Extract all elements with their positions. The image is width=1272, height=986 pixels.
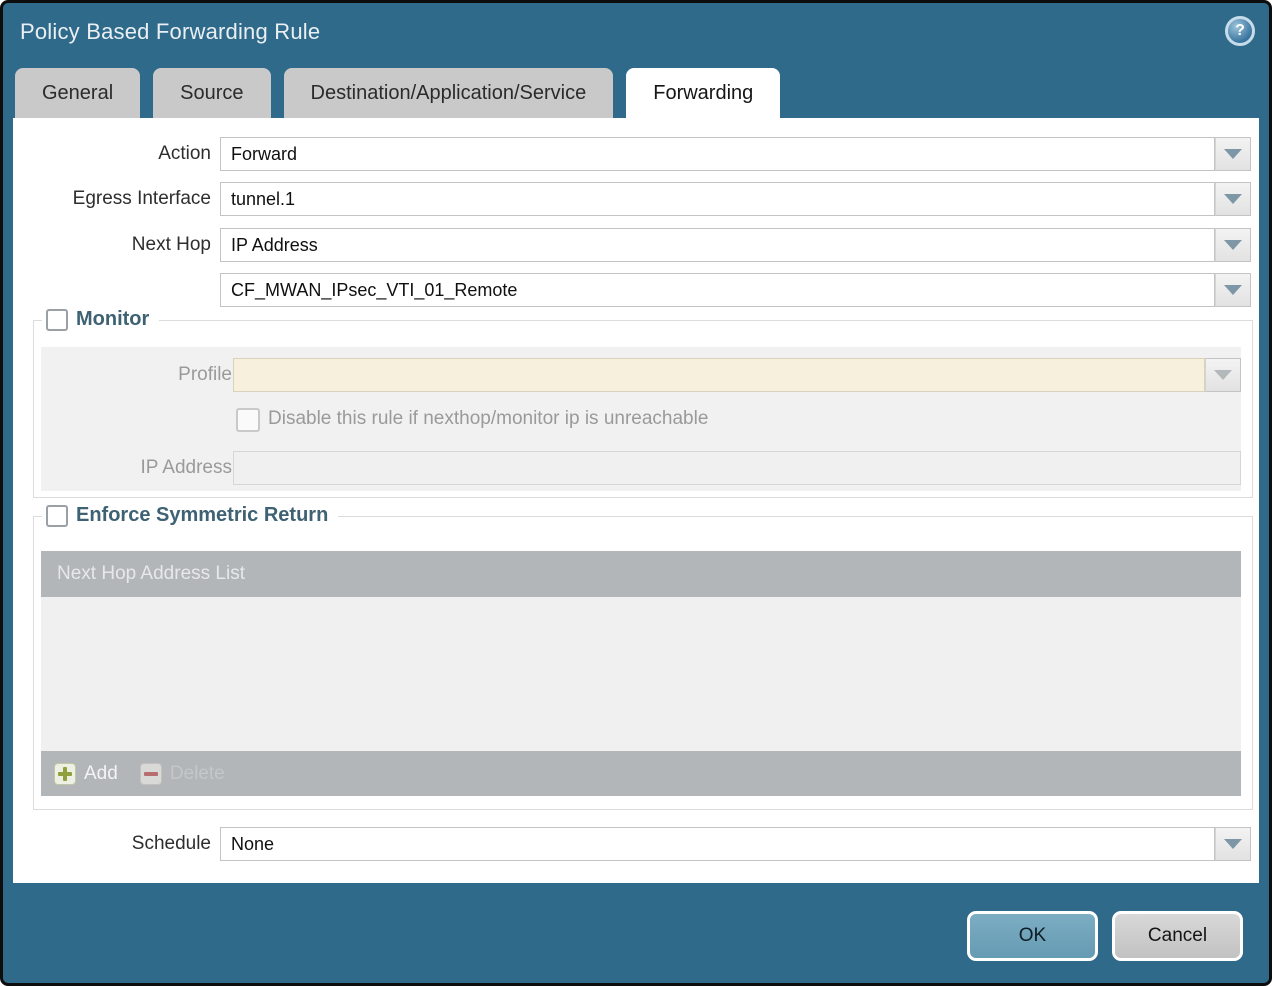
tab-source[interactable]: Source <box>153 68 270 118</box>
next-hop-type-select[interactable]: IP Address <box>220 228 1215 262</box>
cancel-button[interactable]: Cancel <box>1112 911 1243 961</box>
monitor-ip-address-field <box>233 451 1241 485</box>
ok-button[interactable]: OK <box>967 911 1098 961</box>
monitor-ip-address-input <box>233 451 1241 485</box>
egress-interface-label: Egress Interface <box>13 182 211 216</box>
monitor-ip-address-label: IP Address <box>34 451 232 485</box>
profile-label: Profile <box>34 358 232 392</box>
delete-button[interactable]: Delete <box>140 763 225 785</box>
schedule-field-row: None <box>220 827 1251 861</box>
monitor-legend: Monitor <box>42 308 159 331</box>
enforce-symmetric-return-checkbox[interactable] <box>46 505 68 527</box>
egress-interface-dropdown-button[interactable] <box>1215 182 1251 216</box>
chevron-down-icon <box>1224 194 1242 204</box>
next-hop-type-field-row: IP Address <box>220 228 1251 262</box>
next-hop-address-select[interactable]: CF_MWAN_IPsec_VTI_01_Remote <box>220 273 1215 307</box>
action-dropdown-button[interactable] <box>1215 137 1251 171</box>
next-hop-address-list-header: Next Hop Address List <box>41 551 1241 597</box>
help-icon[interactable]: ? <box>1225 16 1255 46</box>
chevron-down-icon <box>1224 839 1242 849</box>
schedule-dropdown-button[interactable] <box>1215 827 1251 861</box>
action-label: Action <box>13 137 211 171</box>
action-field-row: Forward <box>220 137 1251 171</box>
next-hop-address-list-body[interactable] <box>41 597 1241 751</box>
next-hop-address-dropdown-button[interactable] <box>1215 273 1251 307</box>
delete-button-label: Delete <box>170 763 225 785</box>
help-glyph: ? <box>1235 22 1245 40</box>
action-select[interactable]: Forward <box>220 137 1215 171</box>
next-hop-address-list-toolbar: Add Delete <box>41 751 1241 796</box>
tab-destination-application-service[interactable]: Destination/Application/Service <box>284 68 614 118</box>
enforce-symmetric-return-legend: Enforce Symmetric Return <box>42 504 338 527</box>
monitor-checkbox[interactable] <box>46 309 68 331</box>
tab-general[interactable]: General <box>15 68 140 118</box>
profile-dropdown-button <box>1205 358 1241 392</box>
next-hop-address-field-row: CF_MWAN_IPsec_VTI_01_Remote <box>220 273 1251 307</box>
next-hop-type-dropdown-button[interactable] <box>1215 228 1251 262</box>
forwarding-tab-panel: Action Forward Egress Interface tunnel.1… <box>13 118 1259 883</box>
minus-icon <box>140 763 162 785</box>
monitor-legend-label: Monitor <box>76 308 149 331</box>
enforce-symmetric-return-label: Enforce Symmetric Return <box>76 504 328 527</box>
chevron-down-icon <box>1224 149 1242 159</box>
egress-interface-field-row: tunnel.1 <box>220 182 1251 216</box>
profile-select <box>233 358 1205 392</box>
next-hop-address-list-table: Next Hop Address List Add Delete <box>41 551 1241 796</box>
tab-bar: General Source Destination/Application/S… <box>15 68 780 118</box>
enforce-symmetric-return-section: Enforce Symmetric Return Next Hop Addres… <box>33 516 1253 810</box>
tab-forwarding[interactable]: Forwarding <box>626 68 780 118</box>
next-hop-label: Next Hop <box>13 228 211 262</box>
disable-rule-checkbox <box>236 408 260 432</box>
egress-interface-select[interactable]: tunnel.1 <box>220 182 1215 216</box>
add-button[interactable]: Add <box>54 763 118 785</box>
policy-based-forwarding-dialog: Policy Based Forwarding Rule ? General S… <box>0 0 1272 986</box>
dialog-title: Policy Based Forwarding Rule <box>20 19 320 45</box>
schedule-label: Schedule <box>13 827 211 861</box>
chevron-down-icon <box>1224 285 1242 295</box>
profile-field-row <box>233 358 1241 392</box>
add-button-label: Add <box>84 763 118 785</box>
chevron-down-icon <box>1224 240 1242 250</box>
plus-icon <box>54 763 76 785</box>
chevron-down-icon <box>1214 370 1232 380</box>
monitor-section: Monitor Profile Disable this rule if nex… <box>33 320 1253 498</box>
schedule-select[interactable]: None <box>220 827 1215 861</box>
disable-rule-label: Disable this rule if nexthop/monitor ip … <box>268 407 708 431</box>
